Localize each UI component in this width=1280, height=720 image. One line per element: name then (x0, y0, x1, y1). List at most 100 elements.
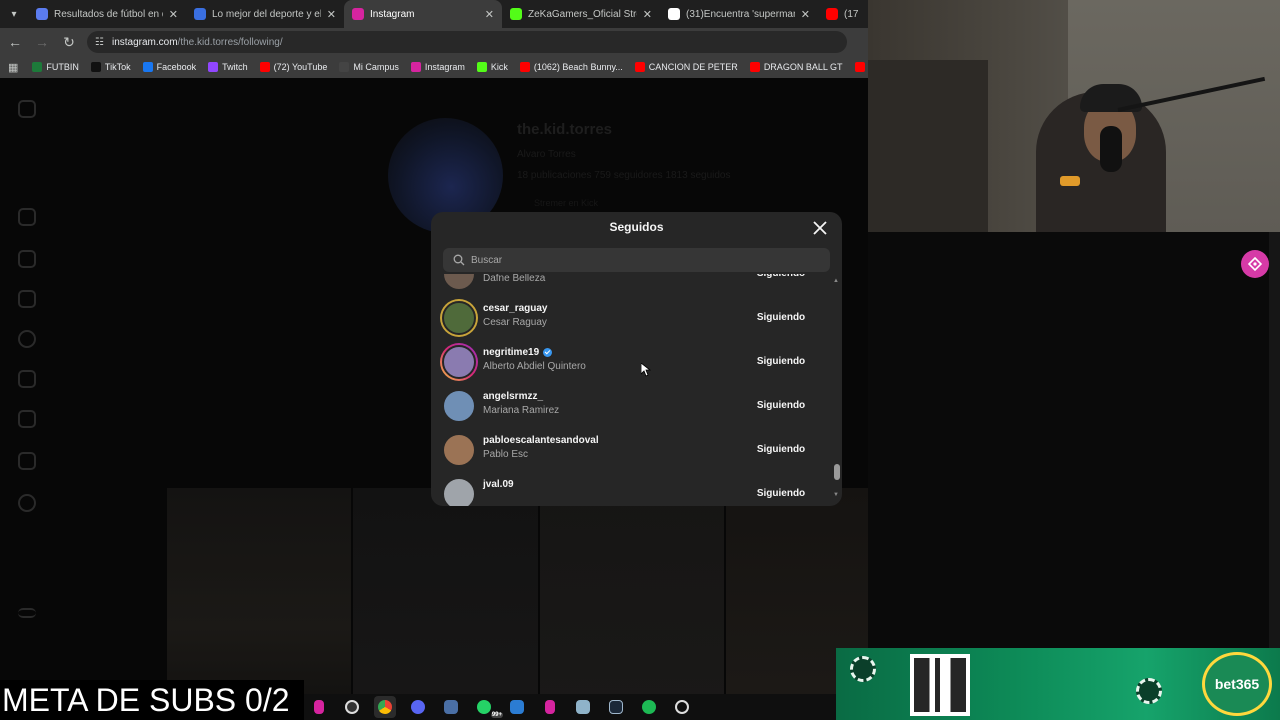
back-button[interactable]: ← (3, 30, 27, 54)
taskbar-discord-icon[interactable] (407, 696, 429, 718)
bookmark-favicon-icon (339, 62, 350, 72)
bookmark-item[interactable]: CANCION DE PETER (634, 62, 738, 72)
forward-button[interactable]: → (30, 30, 54, 54)
reload-button[interactable]: ↻ (57, 30, 81, 54)
threads-icon[interactable] (18, 494, 36, 512)
username-row[interactable]: cesar_raguay (483, 303, 548, 314)
taskbar-app3-icon[interactable] (671, 696, 693, 718)
following-button[interactable]: Siguiendo (748, 392, 814, 418)
avatar[interactable] (440, 274, 478, 293)
bookmark-item[interactable]: Mi Campus (339, 62, 399, 72)
stream-overlay-area (868, 232, 1280, 648)
search-nav-icon[interactable] (18, 330, 36, 348)
following-button[interactable]: Siguiendo (748, 274, 814, 286)
full-name: Cesar Raguay (483, 317, 547, 328)
username-row[interactable]: pabloescalantesandoval (483, 435, 599, 446)
taskbar-whatsapp-icon[interactable]: 99+ (473, 696, 503, 718)
taskbar-steam-icon[interactable] (605, 696, 627, 718)
tab-close-icon[interactable]: ✕ (327, 8, 336, 21)
list-item[interactable]: cesar_raguay Cesar Raguay Siguiendo (431, 296, 831, 340)
list-item[interactable]: angelsrmzz_ Mariana Ramirez Siguiendo (431, 384, 831, 428)
tab-2[interactable]: Instagram ✕ (344, 0, 502, 28)
microphone-icon (1100, 126, 1122, 172)
create-icon[interactable] (18, 410, 36, 428)
bookmark-item[interactable]: Facebook (142, 62, 197, 72)
bookmark-item[interactable]: Kick (476, 62, 508, 72)
taskbar-app-icon[interactable] (308, 696, 330, 718)
profile-stats: 18 publicaciones 759 seguidores 1813 seg… (517, 170, 731, 181)
list-item[interactable]: Dafne Belleza Siguiendo (431, 274, 831, 296)
tab-label: ZeKaGamers_Oficial Stream - W (528, 8, 637, 20)
taskbar-app2-icon[interactable] (539, 696, 561, 718)
avatar[interactable] (440, 431, 478, 469)
tab-close-icon[interactable]: ✕ (485, 8, 494, 21)
search-field[interactable] (443, 248, 830, 272)
taskbar-chrome-icon[interactable] (374, 696, 396, 718)
tab-close-icon[interactable]: ✕ (643, 8, 652, 21)
bookmark-item[interactable]: FUTBIN (32, 62, 79, 72)
bookmark-label: Facebook (156, 62, 197, 72)
taskbar-spotify-icon[interactable] (638, 696, 660, 718)
apps-grid-icon[interactable]: ▦ (8, 61, 18, 74)
username[interactable]: angelsrmzz_ (483, 391, 543, 402)
bookmark-item[interactable]: DRAGON BALL GT (749, 62, 843, 72)
close-icon[interactable] (808, 216, 832, 240)
scroll-down-icon[interactable]: ▼ (833, 492, 839, 498)
tab-5[interactable]: (1741) C (818, 0, 866, 28)
scrollbar[interactable]: ▲ ▼ (833, 278, 841, 502)
username[interactable]: pabloescalantesandoval (483, 435, 599, 446)
post-thumbnail[interactable] (353, 488, 538, 720)
following-list: Dafne Belleza Siguiendo cesar_raguay Cesar … (431, 274, 831, 506)
tab-0[interactable]: Resultados de fútbol en directo ✕ (28, 0, 186, 28)
dashboard-icon[interactable] (18, 452, 36, 470)
tab-3[interactable]: ZeKaGamers_Oficial Stream - W ✕ (502, 0, 660, 28)
username[interactable]: cesar_raguay (483, 303, 548, 314)
taskbar-calculator-icon[interactable] (440, 696, 462, 718)
avatar[interactable] (440, 343, 478, 381)
username-row[interactable]: angelsrmzz_ (483, 391, 543, 402)
bookmark-item[interactable]: Twitch (208, 62, 248, 72)
explore-icon[interactable] (18, 290, 36, 308)
scrollbar-thumb[interactable] (834, 464, 840, 480)
bookmark-item[interactable]: SAU (854, 62, 869, 72)
instagram-logo-icon[interactable] (18, 100, 36, 118)
following-button[interactable]: Siguiendo (748, 436, 814, 462)
search-input[interactable] (471, 254, 811, 266)
list-item[interactable]: jval.09 Siguiendo (431, 472, 831, 506)
bookmark-favicon-icon (259, 62, 270, 72)
more-menu-icon[interactable] (18, 608, 36, 618)
tab-close-icon[interactable]: ✕ (801, 8, 810, 21)
tab-search-icon[interactable]: ▾ (0, 0, 28, 28)
scroll-up-icon[interactable]: ▲ (833, 278, 839, 284)
notifications-icon[interactable] (18, 370, 36, 388)
following-button[interactable]: Siguiendo (748, 348, 814, 374)
taskbar-obs-icon[interactable] (341, 696, 363, 718)
taskbar-files-icon[interactable] (572, 696, 594, 718)
tab-close-icon[interactable]: ✕ (169, 8, 178, 21)
bookmark-item[interactable]: Instagram (410, 62, 465, 72)
tab-4[interactable]: (31)Encuentra 'superman 2025' ✕ (660, 0, 818, 28)
username-row[interactable]: jval.09 (483, 479, 514, 490)
following-button[interactable]: Siguiendo (748, 304, 814, 330)
following-button[interactable]: Siguiendo (748, 480, 814, 506)
avatar[interactable] (440, 299, 478, 337)
username-row[interactable]: negritime19 (483, 347, 553, 358)
site-info-icon[interactable]: ☷ (95, 37, 104, 48)
bookmark-favicon-icon (142, 62, 153, 72)
tab-1[interactable]: Lo mejor del deporte y el entretenimient… (186, 0, 344, 28)
bookmark-item[interactable]: (1062) Beach Bunny... (519, 62, 623, 72)
bookmark-item[interactable]: TikTok (90, 62, 131, 72)
taskbar-word-icon[interactable] (506, 696, 528, 718)
post-thumbnail[interactable] (539, 488, 725, 720)
list-item[interactable]: pabloescalantesandoval Pablo Esc Siguiendo (431, 428, 831, 472)
home-icon[interactable] (18, 208, 36, 226)
avatar[interactable] (440, 387, 478, 425)
profile-full-name: Alvaro Torres (517, 149, 576, 160)
reels-icon[interactable] (18, 250, 36, 268)
list-item[interactable]: negritime19 Alberto Abdiel Quintero Siguie… (431, 340, 831, 384)
avatar[interactable] (440, 475, 478, 506)
username[interactable]: jval.09 (483, 479, 514, 490)
bookmark-item[interactable]: (72) YouTube (259, 62, 327, 72)
address-bar[interactable]: ☷ instagram.com/the.kid.torres/following… (87, 31, 847, 53)
username[interactable]: negritime19 (483, 347, 539, 358)
